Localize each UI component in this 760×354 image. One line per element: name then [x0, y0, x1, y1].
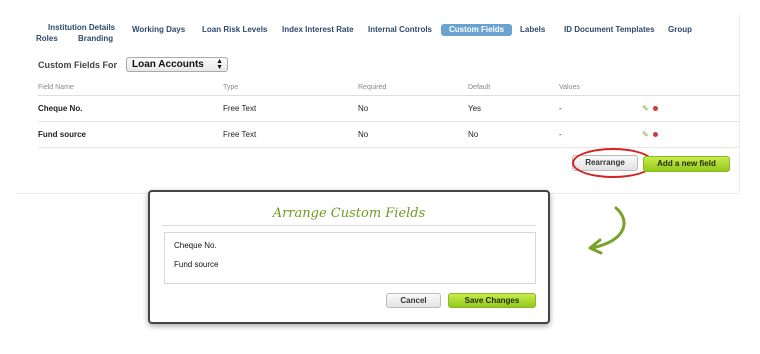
custom-fields-for-select[interactable]: Loan Accounts ▲ ▼ — [126, 57, 229, 72]
arrange-custom-fields-dialog: Arrange Custom Fields Cheque No. Fund so… — [148, 190, 550, 324]
delete-dot-icon[interactable] — [652, 106, 658, 112]
field-type: Free Text — [223, 104, 257, 113]
field-type: Free Text — [223, 130, 257, 139]
dialog-divider — [162, 225, 536, 226]
field-values: - — [559, 104, 562, 113]
cancel-button[interactable]: Cancel — [386, 293, 441, 308]
field-default: No — [468, 130, 479, 139]
header-default: Default — [468, 84, 491, 91]
rearrange-button[interactable]: Rearrange — [572, 155, 638, 171]
tab-labels[interactable]: Labels — [520, 24, 545, 36]
tab-group[interactable]: Group — [668, 24, 692, 36]
header-values: Values — [559, 84, 580, 91]
tab-loan-risk-levels[interactable]: Loan Risk Levels — [202, 24, 267, 36]
custom-fields-for-label: Custom Fields For — [38, 59, 118, 70]
tab-id-document-templates[interactable]: ID Document Templates — [564, 24, 655, 36]
field-values: - — [559, 130, 562, 139]
header-required: Required — [358, 84, 387, 91]
field-required: No — [358, 104, 369, 113]
select-arrows-icon: ▲ ▼ — [216, 58, 224, 71]
tab-institution-details[interactable]: Institution Details — [36, 24, 120, 32]
pencil-icon[interactable]: ✎ — [642, 104, 649, 113]
custom-fields-for-value: Loan Accounts — [132, 59, 204, 70]
save-changes-button[interactable]: Save Changes — [448, 293, 536, 308]
dialog-title: Arrange Custom Fields — [272, 206, 426, 221]
tab-working-days[interactable]: Working Days — [132, 24, 185, 36]
field-name: Fund source — [38, 130, 87, 139]
tab-custom-fields[interactable]: Custom Fields — [441, 24, 513, 36]
pencil-icon[interactable]: ✎ — [642, 130, 649, 139]
delete-dot-icon[interactable] — [652, 132, 658, 138]
arrange-list-item[interactable]: Fund source — [165, 255, 535, 274]
add-new-field-button[interactable]: Add a new field — [643, 156, 730, 172]
tab-branding[interactable]: Branding — [78, 33, 113, 45]
custom-fields-for-row: Custom Fields For Loan Accounts ▲ ▼ — [38, 57, 229, 72]
arrange-list: Cheque No. Fund source — [164, 232, 536, 284]
settings-tabs: Institution Details Working Days Loan Ri… — [16, 24, 740, 48]
field-default: Yes — [468, 104, 482, 113]
header-field-name: Field Name — [38, 84, 74, 91]
tab-institution-details-label: Institution Details — [48, 23, 116, 32]
field-name: Cheque No. — [38, 104, 83, 113]
table-header: Field Name Type Required Default Values — [38, 84, 740, 96]
table-row: Cheque No. Free Text No Yes - ✎ — [38, 96, 740, 122]
table-row: Fund source Free Text No No - ✎ — [38, 122, 740, 148]
arrange-list-item[interactable]: Cheque No. — [165, 236, 535, 255]
row-actions: ✎ — [642, 130, 658, 139]
tab-internal-controls[interactable]: Internal Controls — [368, 24, 432, 36]
header-type: Type — [223, 84, 239, 91]
custom-fields-table: Field Name Type Required Default Values … — [38, 84, 740, 148]
row-actions: ✎ — [642, 104, 658, 113]
tab-roles[interactable]: Roles — [36, 33, 58, 45]
curved-arrow-icon — [588, 206, 626, 255]
field-required: No — [358, 130, 369, 139]
tab-index-interest-rate[interactable]: Index Interest Rate — [282, 24, 354, 36]
